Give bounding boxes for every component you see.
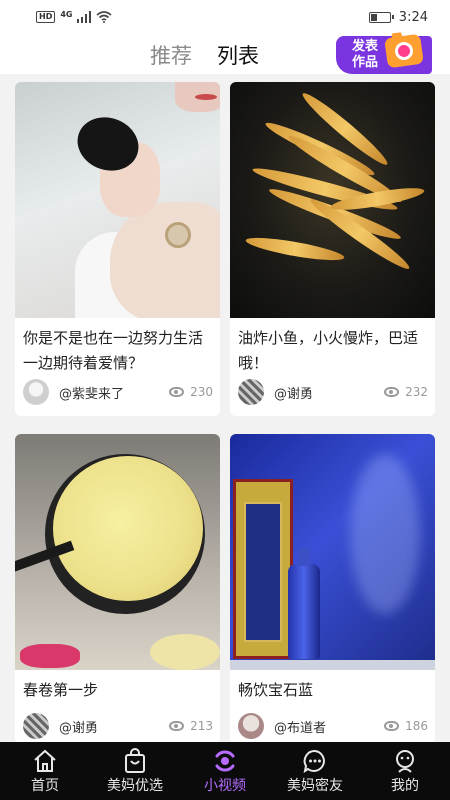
video-thumbnail[interactable] (15, 82, 220, 318)
card-author-row: @紫斐来了 230 (23, 378, 213, 406)
author-name[interactable]: @紫斐来了 (59, 383, 169, 402)
card-title[interactable]: 油炸小鱼，小火慢炸，巴适哦！ (238, 326, 430, 376)
view-count: 230 (169, 385, 213, 399)
view-count-value: 232 (405, 385, 428, 399)
avatar[interactable] (23, 713, 49, 739)
publish-label-line2: 作品 (351, 55, 378, 70)
card-title[interactable]: 畅饮宝石蓝 (238, 678, 430, 703)
avatar[interactable] (23, 379, 49, 405)
view-count: 213 (169, 719, 213, 733)
card-author-row: @谢勇 213 (23, 712, 213, 740)
publish-label-line1: 发表 (351, 39, 378, 54)
status-time: 3:24 (398, 9, 428, 25)
view-count-value: 186 (405, 719, 428, 733)
nav-home[interactable]: 首页 (0, 742, 90, 800)
avatar[interactable] (238, 713, 264, 739)
publish-work-button[interactable]: 发表 作品 (336, 33, 432, 74)
author-name[interactable]: @谢勇 (274, 383, 384, 402)
eye-icon (384, 721, 400, 731)
card-author-row: @谢勇 232 (238, 378, 428, 406)
nav-friends[interactable]: 美妈密友 (270, 742, 360, 800)
video-thumbnail[interactable] (15, 434, 220, 670)
nav-label: 我的 (391, 778, 419, 794)
battery-icon (368, 11, 394, 23)
status-bar: HD 4G 3:24 (0, 0, 450, 34)
video-thumbnail[interactable] (230, 434, 435, 670)
nav-label: 美妈密友 (287, 778, 343, 794)
eye-icon (384, 387, 400, 397)
profile-icon (396, 750, 414, 773)
camera-icon (384, 33, 424, 69)
nav-selected-goods[interactable]: 美妈优选 (90, 742, 180, 800)
hd-badge: HD (36, 11, 56, 23)
tab-list[interactable]: 列表 (217, 40, 259, 70)
nav-short-video[interactable]: 小视频 (180, 742, 270, 800)
card-title[interactable]: 春卷第一步 (23, 678, 215, 703)
video-thumbnail[interactable] (230, 82, 435, 318)
view-count: 232 (384, 385, 428, 399)
video-icon (215, 750, 235, 772)
wifi-icon (96, 11, 113, 23)
video-card[interactable]: 春卷第一步 @谢勇 213 (15, 434, 220, 744)
tab-recommend[interactable]: 推荐 (150, 40, 192, 70)
status-left: HD 4G (36, 9, 113, 23)
card-author-row: @布道者 186 (238, 712, 428, 740)
view-count-value: 230 (190, 385, 213, 399)
bottom-nav: 首页 美妈优选 小视频 美妈密友 我的 (0, 742, 450, 800)
video-card[interactable]: 你是不是也在一边努力生活一边期待着爱情？ @紫斐来了 230 (15, 82, 220, 416)
top-tabs: 推荐 列表 发表 作品 (0, 33, 450, 74)
eye-icon (169, 721, 185, 731)
chat-bubble-icon (303, 749, 325, 774)
status-right: 3:24 (368, 9, 428, 25)
eye-icon (169, 387, 185, 397)
video-card[interactable]: 油炸小鱼，小火慢炸，巴适哦！ @谢勇 232 (230, 82, 435, 416)
network-type: 4G (60, 9, 73, 19)
nav-label: 美妈优选 (107, 778, 163, 794)
video-card[interactable]: 畅饮宝石蓝 @布道者 186 (230, 434, 435, 744)
author-name[interactable]: @谢勇 (59, 717, 169, 736)
card-title[interactable]: 你是不是也在一边努力生活一边期待着爱情？ (23, 326, 215, 376)
publish-label: 发表 作品 (350, 39, 380, 71)
author-name[interactable]: @布道者 (274, 717, 384, 736)
signal-icon (77, 11, 92, 23)
view-count: 186 (384, 719, 428, 733)
nav-label: 小视频 (204, 778, 246, 794)
shopping-bag-icon (125, 748, 145, 773)
view-count-value: 213 (190, 719, 213, 733)
avatar[interactable] (238, 379, 264, 405)
nav-profile[interactable]: 我的 (360, 742, 450, 800)
home-icon (34, 749, 56, 772)
nav-label: 首页 (31, 778, 59, 794)
